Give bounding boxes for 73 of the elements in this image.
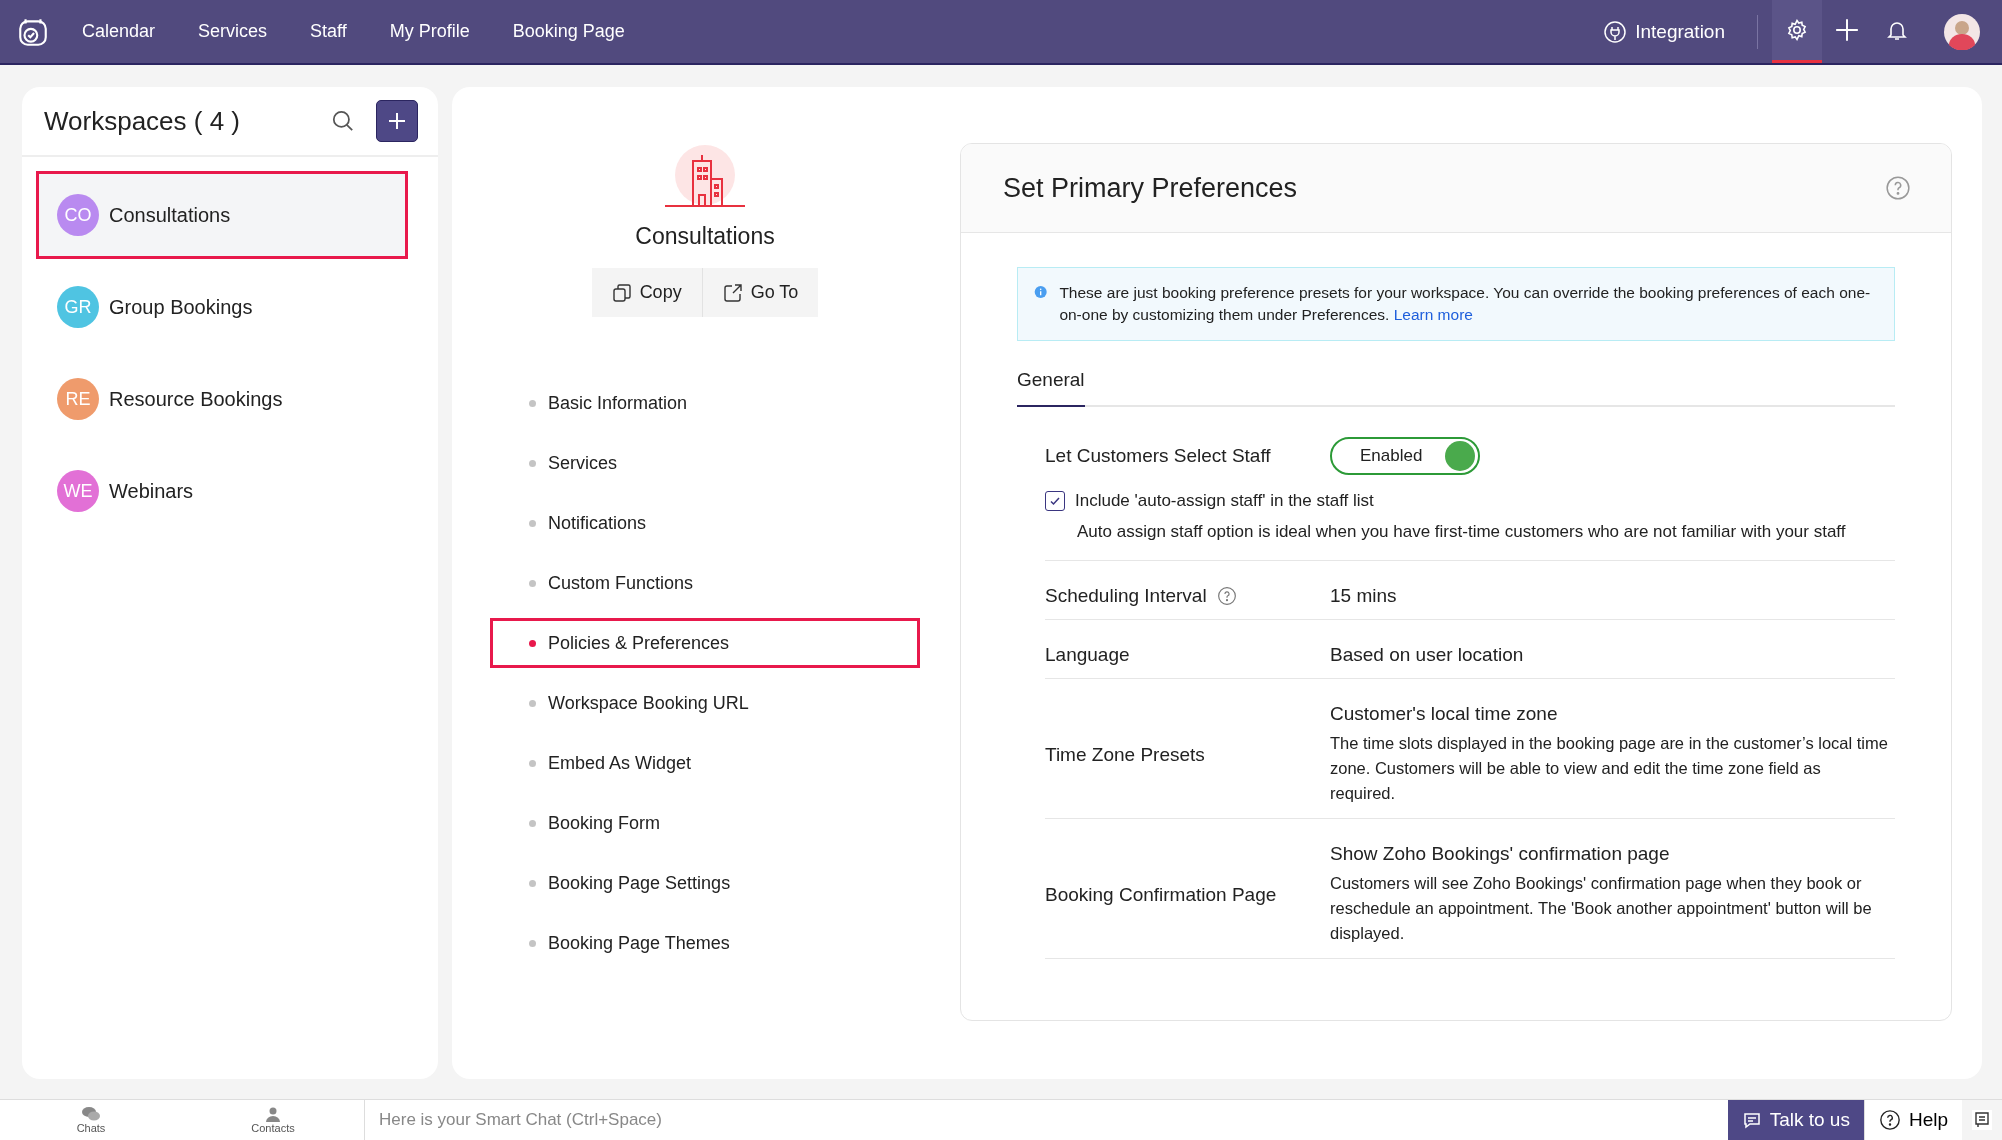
- chat-list-icon[interactable]: [1972, 1110, 1992, 1130]
- setting-description: Customers will see Zoho Bookings' confirmation page when they book or reschedule an appointment. The 'Book another appointment' button will be displayed.: [1330, 873, 1873, 944]
- help-icon[interactable]: [1885, 175, 1911, 201]
- settings-button[interactable]: [1772, 0, 1822, 63]
- tab[interactable]: General: [1017, 369, 1085, 407]
- setting-value: Customer's local time zone: [1330, 703, 1559, 725]
- person-silhouette-icon: [1944, 13, 1980, 50]
- initials-avatar: WE: [57, 470, 99, 512]
- learn-more-link[interactable]: Learn more: [1393, 306, 1473, 323]
- talk-to-us-button[interactable]: Talk to us: [1727, 1100, 1864, 1140]
- copy-icon: [611, 282, 632, 303]
- initials-avatar: RE: [57, 378, 99, 420]
- settings-menu-item[interactable]: Services: [490, 433, 920, 493]
- chat-icon: [1741, 1110, 1762, 1130]
- settings-menu-item[interactable]: Booking Page Themes: [490, 913, 920, 973]
- setting-label: Scheduling Interval: [1045, 585, 1207, 607]
- nav-link[interactable]: Booking Page: [512, 21, 625, 42]
- info-text: These are just booking preference presets for your workspace. You can override the booking preferences of each one-on-one by customizing them under Preferences. Learn more: [1059, 283, 1872, 325]
- chats-button[interactable]: Chats: [0, 1100, 182, 1140]
- setting-value: Based on user location: [1330, 644, 1525, 666]
- nav-link[interactable]: Services: [198, 21, 268, 42]
- add-workspace-button[interactable]: [376, 100, 418, 142]
- nav-link[interactable]: My Profile: [389, 21, 470, 42]
- workspace-name: Consultations: [109, 203, 231, 227]
- workspace-title: Consultations: [635, 223, 775, 250]
- setting-description: The time slots displayed in the booking page are in the customer’s local time zone. Customers will be able to view and edit the time zone field as required.: [1330, 733, 1889, 804]
- setting-label: Time Zone Presets: [1045, 743, 1205, 766]
- settings-menu-item[interactable]: Notifications: [490, 493, 920, 553]
- external-link-icon: [722, 282, 743, 303]
- card-title: Set Primary Preferences: [1003, 172, 1298, 204]
- setting-label: Let Customers Select Staff: [1045, 445, 1272, 467]
- setting-label: Booking Confirmation Page: [1045, 883, 1277, 906]
- settings-menu-item[interactable]: Booking Form: [490, 793, 920, 853]
- workspace-name: Webinars: [109, 479, 194, 503]
- help-button[interactable]: Help: [1863, 1100, 1962, 1140]
- settings-icon: [1785, 18, 1809, 42]
- workspace-item[interactable]: RE Resource Bookings: [36, 355, 424, 443]
- hint-text: Auto assign staff option is ideal when you have first-time customers who are not familiar with your staff: [1077, 522, 1847, 542]
- setting-label: Language: [1045, 644, 1130, 666]
- plug-icon: [1603, 19, 1628, 44]
- copy-button[interactable]: Copy: [591, 268, 702, 317]
- help-icon: [1878, 1109, 1901, 1131]
- contacts-button[interactable]: Contacts: [182, 1100, 364, 1140]
- workspace-name: Resource Bookings: [109, 387, 283, 411]
- nav-link[interactable]: Calendar: [82, 21, 156, 42]
- chat-bubbles-icon: [81, 1106, 101, 1122]
- settings-menu-item[interactable]: Embed As Widget: [490, 733, 920, 793]
- initials-avatar: GR: [57, 286, 99, 328]
- initials-avatar: CO: [57, 194, 99, 236]
- settings-menu-item[interactable]: Booking Page Settings: [490, 853, 920, 913]
- search-icon[interactable]: [330, 108, 356, 134]
- workspace-name: Group Bookings: [109, 295, 253, 319]
- setting-value: Show Zoho Bookings' confirmation page: [1330, 843, 1671, 865]
- settings-menu-item[interactable]: Workspace Booking URL: [490, 673, 920, 733]
- nav-link[interactable]: Staff: [310, 21, 347, 42]
- plus-icon: [1834, 17, 1860, 43]
- person-icon: [265, 1106, 281, 1122]
- avatar[interactable]: [1944, 13, 1980, 50]
- checkbox[interactable]: [1045, 491, 1065, 511]
- workspace-item[interactable]: CO Consultations: [36, 171, 408, 259]
- panel-title: Workspaces ( 4 ): [44, 105, 241, 137]
- settings-menu-item[interactable]: Custom Functions: [490, 553, 920, 613]
- toggle-switch[interactable]: Enabled: [1330, 437, 1480, 475]
- setting-value: 15 mins: [1330, 585, 1398, 607]
- settings-menu-item[interactable]: Basic Information: [490, 373, 920, 433]
- checkbox-option[interactable]: Include 'auto-assign staff' in the staff list: [1045, 491, 1895, 511]
- settings-menu-item[interactable]: Policies & Preferences: [490, 618, 920, 668]
- smart-chat-field[interactable]: Here is your Smart Chat (Ctrl+Space): [364, 1100, 1728, 1140]
- workspace-item[interactable]: WE Webinars: [36, 447, 424, 535]
- help-icon[interactable]: [1216, 586, 1237, 606]
- go-to-button[interactable]: Go To: [701, 268, 819, 317]
- workspace-item[interactable]: GR Group Bookings: [36, 263, 424, 351]
- integration-button[interactable]: Integration: [1597, 18, 1731, 45]
